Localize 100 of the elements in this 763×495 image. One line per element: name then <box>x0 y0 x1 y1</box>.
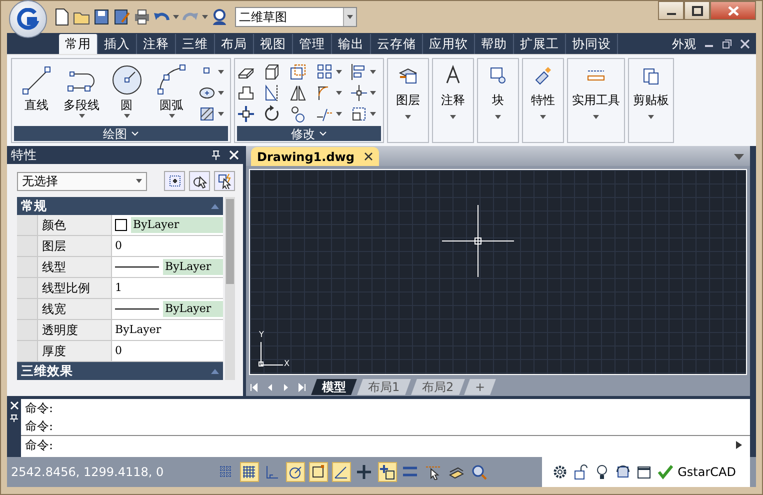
axis-label: X <box>284 359 290 368</box>
collapse-icon[interactable] <box>211 203 219 209</box>
close-icon[interactable] <box>364 152 374 161</box>
mirror-copy-icon[interactable] <box>289 84 308 102</box>
first-icon[interactable] <box>250 382 259 392</box>
pin-icon[interactable] <box>10 414 18 422</box>
window-icon[interactable] <box>636 464 652 480</box>
new-file-icon[interactable] <box>53 8 70 26</box>
property-value[interactable]: 1 <box>115 280 122 296</box>
ribbon-tool-button[interactable]: 直线 <box>16 61 57 124</box>
save-icon[interactable] <box>93 8 110 26</box>
caret-icon <box>218 70 224 74</box>
circle-icon <box>110 64 144 96</box>
ribbon-panel-button[interactable]: 特性 <box>522 58 564 143</box>
gear-icon[interactable] <box>552 464 568 480</box>
document-tab[interactable]: Drawing1.dwg <box>251 147 380 166</box>
array-icon[interactable] <box>316 62 334 80</box>
collapse-icon[interactable] <box>211 368 219 374</box>
ribbon-tool-button[interactable]: 圆 <box>106 61 147 124</box>
property-name: 透明度 <box>37 320 112 340</box>
user-icon[interactable] <box>211 8 228 26</box>
layout-tab[interactable]: + <box>464 379 496 395</box>
group-title: 绘图 <box>103 126 127 142</box>
pickadd-button[interactable] <box>214 171 235 191</box>
caret-icon <box>648 115 654 119</box>
maximize-icon <box>690 4 704 16</box>
property-value[interactable]: 0 <box>115 342 122 360</box>
previous-icon[interactable] <box>266 382 275 392</box>
caret-icon <box>450 115 456 119</box>
checkmark-icon[interactable] <box>656 464 673 480</box>
break-icon[interactable] <box>350 84 368 102</box>
hatch-icon[interactable] <box>198 104 216 122</box>
ribbon-panel-button[interactable]: 块 <box>477 58 519 143</box>
region-icon[interactable] <box>350 104 368 122</box>
command-line-input[interactable]: 命令: <box>21 435 750 453</box>
ribbon-panel-button[interactable]: 注释 <box>432 58 474 143</box>
caret-icon <box>336 90 342 94</box>
copy-icon[interactable] <box>263 62 282 80</box>
grid-icon <box>241 464 258 480</box>
stretch-icon[interactable] <box>237 84 255 102</box>
section-header[interactable]: 常规 <box>21 196 47 216</box>
quick-select-button[interactable] <box>164 171 185 191</box>
app-logo[interactable] <box>9 0 47 38</box>
rotate-icon[interactable] <box>263 104 282 122</box>
minimize-icon <box>666 12 676 14</box>
angle-toggle[interactable] <box>332 462 351 482</box>
cursor-icon <box>425 464 442 480</box>
padlock-icon[interactable] <box>572 464 589 480</box>
caret-icon <box>405 115 411 119</box>
ribbon-tab[interactable]: 常用 <box>59 34 98 54</box>
arc-icon <box>154 64 188 96</box>
angle-icon <box>333 464 350 480</box>
property-value[interactable]: ByLayer <box>163 301 223 317</box>
osnap-toggle[interactable] <box>308 462 328 482</box>
cross-toggle[interactable] <box>354 462 374 482</box>
plus-box-toggle[interactable] <box>378 462 397 482</box>
layout-tab[interactable]: 布局1 <box>357 379 411 395</box>
caret-icon <box>370 90 376 94</box>
restore-icon[interactable] <box>722 39 732 49</box>
dropdown-icon[interactable] <box>734 154 744 160</box>
minimize-button[interactable] <box>658 1 684 20</box>
scroll-right-icon[interactable] <box>736 441 742 449</box>
caret-icon <box>370 112 376 116</box>
layout-tab[interactable]: 布局2 <box>410 379 464 395</box>
property-value[interactable]: ByLayer <box>163 259 223 275</box>
caret-icon <box>347 15 353 19</box>
select-objects-icon <box>192 173 208 189</box>
ribbon-panel-button[interactable]: 剪贴板 <box>628 58 674 143</box>
property-value[interactable]: 0 <box>115 238 122 254</box>
crosshair-cursor-icon <box>442 205 514 277</box>
select-objects-button[interactable] <box>189 171 210 191</box>
pin-icon[interactable] <box>211 150 221 160</box>
line-sample-icon <box>115 307 159 311</box>
last-icon[interactable] <box>298 382 307 392</box>
ribbon-panel-button[interactable]: 实用工具 <box>567 58 625 143</box>
layout-tab[interactable]: 模型 <box>311 379 357 395</box>
caret-icon <box>218 112 224 116</box>
save-as-icon[interactable] <box>113 8 130 26</box>
ribbon-tool-button[interactable]: 圆弧 <box>151 61 192 124</box>
workspace-dropdown[interactable]: 二维草图 <box>235 7 357 27</box>
property-value[interactable]: ByLayer <box>131 217 223 233</box>
scrollbar[interactable] <box>225 197 235 380</box>
magnifier-icon <box>471 464 488 480</box>
move-icon[interactable] <box>237 104 255 122</box>
axis-label: Y <box>259 330 264 339</box>
appearance-menu[interactable]: 外观 <box>672 35 696 53</box>
ribbon-tool-button[interactable]: 多段线 <box>61 61 102 124</box>
maximize-button[interactable] <box>684 1 710 20</box>
scrollbar-thumb[interactable] <box>226 199 234 284</box>
close-icon <box>726 4 740 16</box>
close-button[interactable] <box>710 1 756 20</box>
selection-dropdown[interactable]: 无选择 <box>17 172 147 190</box>
caret-icon <box>218 90 224 94</box>
polar-toggle[interactable] <box>286 462 305 482</box>
ribbon-panel-button[interactable]: 图层 <box>387 58 429 143</box>
color-swatch-icon <box>115 219 127 231</box>
print-icon[interactable] <box>133 8 150 26</box>
scale-icon[interactable] <box>289 104 308 122</box>
offset-icon[interactable] <box>289 62 308 80</box>
grid-toggle[interactable] <box>240 462 259 482</box>
